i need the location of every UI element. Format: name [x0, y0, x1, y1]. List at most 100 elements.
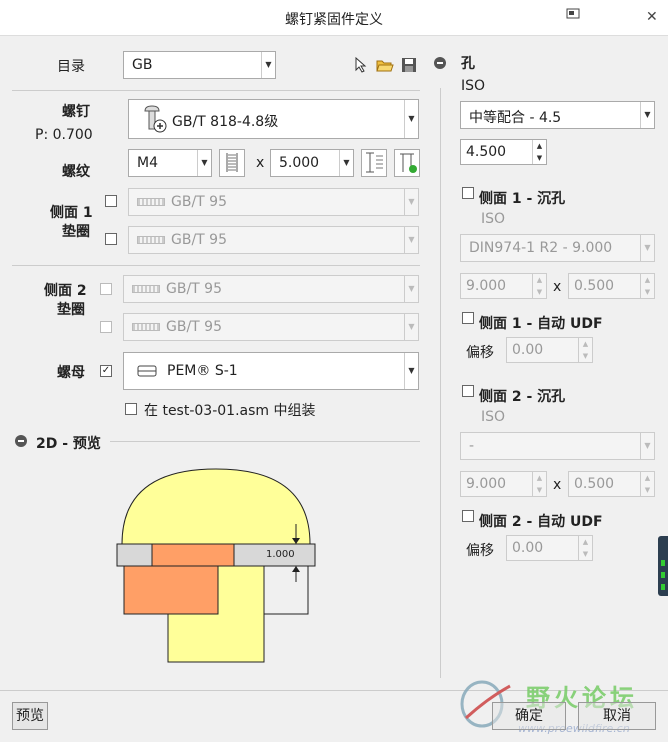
collapse-icon[interactable]	[15, 435, 27, 447]
chevron-down-icon: ▼	[404, 100, 418, 138]
spinner-arrows-icon[interactable]: ▲ ▼	[578, 338, 592, 362]
panel-divider	[440, 88, 441, 678]
hole-diameter-value: 4.500	[466, 144, 507, 160]
dimension-label: 1.000	[266, 549, 295, 560]
screw-value: GB/T 818-4.8级	[172, 114, 279, 130]
thread-length-select[interactable]: 5.000 ▼	[270, 149, 354, 177]
washer-icon	[137, 236, 165, 244]
side1-offset-input[interactable]: 0.00 ▲ ▼	[506, 337, 593, 363]
preview-button[interactable]: 预览	[12, 702, 48, 730]
hole-fit-select[interactable]: 中等配合 - 4.5 ▼	[460, 101, 655, 129]
nut-label: 螺母	[57, 365, 85, 381]
length-measure-icon[interactable]	[361, 149, 387, 177]
screw-select[interactable]: GB/T 818-4.8级 ▼	[128, 99, 419, 139]
side1-cs-depth-input[interactable]: 0.500 ▲ ▼	[568, 273, 655, 299]
catalog-select[interactable]: GB ▼	[123, 51, 276, 79]
spinner-arrows-icon[interactable]: ▲ ▼	[578, 536, 592, 560]
side2-cs-standard: ISO	[481, 409, 506, 425]
screw-pitch: P: 0.700	[35, 127, 93, 143]
side2-washer1-value: GB/T 95	[166, 281, 222, 297]
side2-washer2-checkbox[interactable]	[100, 321, 112, 333]
save-icon[interactable]	[401, 57, 417, 77]
side2-washer1-select[interactable]: GB/T 95 ▼	[123, 275, 419, 303]
divider	[12, 265, 420, 266]
chevron-down-icon: ▼	[640, 102, 654, 128]
catalog-value: GB	[132, 57, 153, 73]
preview-title: 2D - 预览	[36, 436, 101, 452]
side1-washer2-select[interactable]: GB/T 95 ▼	[128, 226, 419, 254]
side1-cs-type-select[interactable]: DIN974-1 R2 - 9.000 ▼	[460, 234, 655, 262]
select-pointer-icon[interactable]	[354, 56, 368, 77]
spinner-arrows-icon[interactable]: ▲ ▼	[640, 472, 654, 496]
side2-cs-label: 侧面 2 - 沉孔	[479, 389, 566, 405]
washer-icon	[132, 285, 160, 293]
auto-length-icon[interactable]	[394, 149, 420, 177]
side1-washer2-value: GB/T 95	[171, 232, 227, 248]
side2-cs-type-value: -	[469, 438, 475, 454]
hole-diameter-input[interactable]: 4.500 ▲ ▼	[460, 139, 547, 165]
spinner-arrows-icon[interactable]: ▲ ▼	[532, 140, 546, 164]
open-folder-icon[interactable]	[376, 57, 394, 77]
side1-washer2-checkbox[interactable]	[105, 233, 117, 245]
side2-cs-dia-input[interactable]: 9.000 ▲ ▼	[460, 471, 547, 497]
screw-icon	[142, 105, 168, 137]
chevron-down-icon: ▼	[404, 276, 418, 302]
chevron-down-icon: ▼	[404, 189, 418, 215]
side2-cs-type-select[interactable]: - ▼	[460, 432, 655, 460]
spinner-arrows-icon[interactable]: ▲ ▼	[532, 274, 546, 298]
screw-label: 螺钉	[62, 104, 90, 120]
cancel-button[interactable]: 取消	[578, 702, 656, 730]
window-restore-icon[interactable]	[566, 8, 582, 23]
side2-offset-label: 偏移	[466, 543, 494, 559]
spinner-arrows-icon[interactable]: ▲ ▼	[640, 274, 654, 298]
divider	[12, 90, 420, 91]
side2-cs-checkbox[interactable]	[462, 385, 474, 397]
side2-cs-dia-value: 9.000	[466, 476, 507, 492]
thread-length-value: 5.000	[279, 155, 320, 171]
assemble-label: 在 test-03-01.asm 中组装	[144, 403, 316, 419]
side1-udf-checkbox[interactable]	[462, 312, 474, 324]
nut-body	[123, 565, 219, 615]
chevron-down-icon: ▼	[404, 227, 418, 253]
side2-offset-input[interactable]: 0.00 ▲ ▼	[506, 535, 593, 561]
times-label: x	[553, 279, 562, 295]
side2-washer2-select[interactable]: GB/T 95 ▼	[123, 313, 419, 341]
side1-cs-label: 侧面 1 - 沉孔	[479, 191, 566, 207]
side2-washer1-checkbox[interactable]	[100, 283, 112, 295]
close-icon[interactable]: ✕	[646, 9, 658, 25]
side2-washer-label: 垫圈	[57, 302, 85, 318]
side1-washer1-select[interactable]: GB/T 95 ▼	[128, 188, 419, 216]
side2-label: 侧面 2	[44, 283, 87, 299]
preview-diagram	[116, 468, 316, 663]
side1-udf-label: 侧面 1 - 自动 UDF	[479, 316, 603, 332]
times-label: x	[256, 155, 265, 171]
side1-cs-depth-value: 0.500	[574, 278, 615, 294]
thread-display-icon[interactable]	[219, 149, 245, 177]
chevron-down-icon: ▼	[261, 52, 275, 78]
side1-washer1-checkbox[interactable]	[105, 195, 117, 207]
nut-select[interactable]: PEM® S-1 ▼	[123, 352, 419, 390]
assemble-checkbox[interactable]	[125, 403, 137, 415]
thread-label: 螺纹	[62, 164, 90, 180]
side1-offset-value: 0.00	[512, 342, 544, 358]
side2-cs-depth-input[interactable]: 0.500 ▲ ▼	[568, 471, 655, 497]
spinner-arrows-icon[interactable]: ▲ ▼	[532, 472, 546, 496]
side1-cs-type-value: DIN974-1 R2 - 9.000	[469, 240, 613, 256]
side2-udf-label: 侧面 2 - 自动 UDF	[479, 514, 603, 530]
side1-cs-dia-input[interactable]: 9.000 ▲ ▼	[460, 273, 547, 299]
thread-size-select[interactable]: M4 ▼	[128, 149, 212, 177]
side2-udf-checkbox[interactable]	[462, 510, 474, 522]
nut-checkbox[interactable]: ✓	[100, 365, 112, 377]
side-panel-tab[interactable]	[658, 536, 668, 596]
ok-button[interactable]: 确定	[492, 702, 566, 730]
side1-cs-standard: ISO	[481, 211, 506, 227]
nut-icon	[136, 364, 158, 382]
nut-value: PEM® S-1	[167, 363, 238, 379]
hole-title: 孔	[461, 56, 475, 72]
chevron-down-icon: ▼	[640, 235, 654, 261]
collapse-icon[interactable]	[434, 57, 446, 69]
side1-label: 侧面 1	[50, 205, 93, 221]
hole-standard: ISO	[461, 78, 486, 94]
hole-fit-value: 中等配合 - 4.5	[469, 110, 562, 126]
side1-cs-checkbox[interactable]	[462, 187, 474, 199]
